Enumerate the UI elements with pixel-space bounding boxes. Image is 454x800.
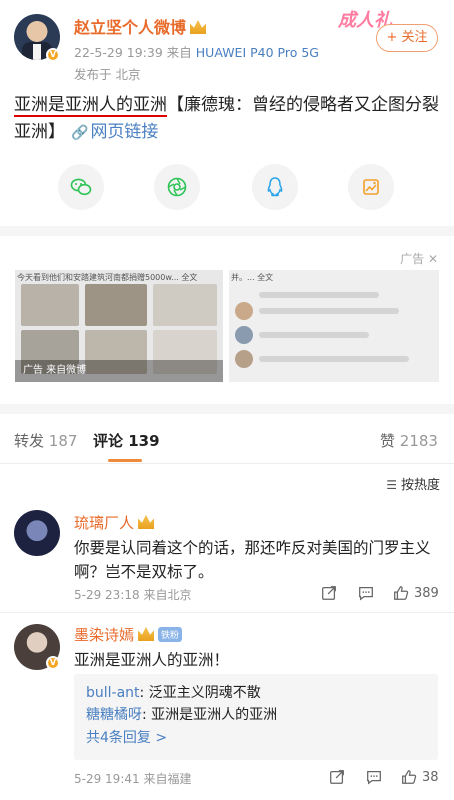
post-meta: 22-5-29 19:39 来自 HUAWEI P40 Pro 5G: [74, 42, 319, 61]
link-icon[interactable]: 🔗: [71, 120, 88, 147]
share-row: [0, 160, 454, 216]
share-icon: [330, 770, 344, 784]
comment-text: 亚洲是亚洲人的亚洲！: [74, 651, 230, 669]
qzone-icon: [363, 179, 379, 195]
comment-text: 你要是认同着这个的话，那还咋反对美国的门罗主义啊？岂不是双标了。: [74, 539, 431, 581]
sort-by-hot-button[interactable]: ☰ 按热度: [386, 474, 440, 493]
tab-comments-label: 评论: [93, 432, 124, 450]
comment-share-button[interactable]: [320, 584, 338, 602]
post-header: V 赵立坚个人微博 22-5-29 19:39 来自 HUAWEI P40 Pr…: [0, 0, 454, 92]
post-device[interactable]: HUAWEI P40 Pro 5G: [196, 45, 319, 60]
reply-text: : 泛亚主义阴魂不散: [139, 685, 261, 701]
share-wechat-button[interactable]: [58, 164, 104, 210]
share-moments-button[interactable]: [154, 164, 200, 210]
reply-author[interactable]: 糖糖橘呀: [86, 707, 142, 723]
sort-label: 按热度: [400, 478, 440, 493]
sort-row: ☰ 按热度: [0, 464, 454, 500]
vip-crown-icon: [138, 515, 155, 529]
fan-badge: 铁粉: [158, 627, 183, 642]
tab-likes-label: 赞: [380, 432, 396, 450]
comment-icon: [367, 770, 381, 785]
comment-divider: [0, 612, 454, 613]
share-qq-button[interactable]: [252, 164, 298, 210]
tab-likes-count: 2183: [399, 432, 438, 450]
reply-author[interactable]: bull-ant: [86, 685, 140, 701]
ad-text-line: [259, 292, 379, 298]
section-divider: [0, 226, 454, 236]
close-icon[interactable]: ✕: [428, 252, 438, 266]
ad-label-text: 广告: [400, 252, 425, 266]
ad-avatar: [235, 326, 253, 344]
commenter-name-text[interactable]: 琉璃厂人: [74, 514, 134, 532]
interaction-tabs: 转发 187 评论 139 赞 2183: [0, 414, 454, 464]
comment-like-button[interactable]: 389: [392, 584, 439, 602]
ad-text-line: [259, 356, 409, 362]
ad-label[interactable]: 广告 ✕: [400, 250, 438, 267]
ad-avatar: [235, 302, 253, 320]
post-date: 22-5-29 19:39: [74, 45, 163, 60]
ad-tile: [153, 284, 217, 326]
commenter-name-text[interactable]: 墨染诗嫣: [74, 626, 134, 644]
ad-image-right[interactable]: 并。... 全文: [229, 270, 439, 382]
section-divider: [0, 404, 454, 414]
comment-meta: 5-29 19:41 来自福建: [74, 772, 192, 786]
ad-tile: [21, 284, 79, 326]
more-replies-link[interactable]: 共4条回复 >: [86, 726, 426, 750]
source-prefix: 来自: [166, 45, 192, 60]
ad-image-left[interactable]: 今天看到他们和安踏建筑河南都捐赠5000w... 全文 广告 来自微博: [15, 270, 223, 382]
wechat-icon: [70, 178, 92, 196]
sort-icon: ☰: [386, 478, 397, 492]
comment-like-count: 38: [422, 769, 439, 785]
vip-crown-icon: [190, 20, 207, 34]
commenter-name[interactable]: 墨染诗嫣 铁粉: [74, 624, 183, 645]
commenter-name[interactable]: 琉璃厂人: [74, 512, 155, 533]
share-qzone-button[interactable]: [348, 164, 394, 210]
reply-text: : 亚洲是亚洲人的亚洲: [142, 707, 278, 723]
tab-repost-count: 187: [48, 432, 78, 450]
moments-icon: [167, 177, 187, 197]
share-icon: [322, 586, 336, 600]
thumbs-up-icon: [394, 586, 409, 600]
verified-badge-icon: V: [46, 48, 60, 62]
ad-overlay-text: 广告 来自微博: [15, 360, 223, 382]
post-location: 发布于 北京: [74, 67, 141, 82]
tab-repost-label: 转发: [14, 432, 45, 450]
ad-caption-right: 并。... 全文: [231, 273, 274, 282]
ad-avatar: [235, 350, 253, 368]
comment-like-count: 389: [414, 585, 439, 601]
comment-reply-button[interactable]: [365, 768, 383, 786]
commenter-avatar[interactable]: [14, 510, 60, 556]
comment-share-button[interactable]: [328, 768, 346, 786]
comment-meta: 5-29 23:18 来自北京: [74, 588, 192, 602]
tab-comments[interactable]: 评论 139: [93, 430, 160, 451]
active-tab-indicator: [108, 459, 142, 462]
comment-reply-button[interactable]: [357, 584, 375, 602]
tab-repost[interactable]: 转发 187: [14, 430, 77, 451]
vip-crown-icon: [138, 627, 155, 641]
ad-caption-left: 今天看到他们和安踏建筑河南都捐赠5000w... 全文: [17, 273, 198, 282]
post-text-highlight: 亚洲是亚洲人的亚洲: [14, 95, 167, 117]
ad-tile: [85, 284, 147, 326]
comment-like-button[interactable]: 38: [400, 768, 439, 786]
tab-likes[interactable]: 赞 2183: [380, 430, 438, 451]
qq-icon: [267, 177, 283, 197]
reply-line: 糖糖橘呀: 亚洲是亚洲人的亚洲: [86, 704, 426, 726]
verified-badge-icon: V: [46, 656, 60, 670]
reply-preview-box[interactable]: bull-ant: 泛亚主义阴魂不散 糖糖橘呀: 亚洲是亚洲人的亚洲 共4条回复…: [74, 674, 438, 760]
tab-comments-count: 139: [128, 432, 160, 450]
poster-name-text[interactable]: 赵立坚个人微博: [74, 18, 186, 37]
comment-icon: [359, 586, 373, 601]
reply-line: bull-ant: 泛亚主义阴魂不散: [86, 682, 426, 704]
ad-text-line: [259, 308, 399, 314]
poster-username[interactable]: 赵立坚个人微博: [74, 14, 207, 38]
web-link[interactable]: 网页链接: [90, 122, 158, 142]
ad-text-line: [259, 332, 369, 338]
post-body: 亚洲是亚洲人的亚洲【廉德瑰：曾经的侵略者又企图分裂亚洲】 🔗 网页链接: [14, 92, 444, 147]
follow-button[interactable]: + 关注: [376, 24, 438, 52]
thumbs-up-icon: [402, 770, 417, 784]
